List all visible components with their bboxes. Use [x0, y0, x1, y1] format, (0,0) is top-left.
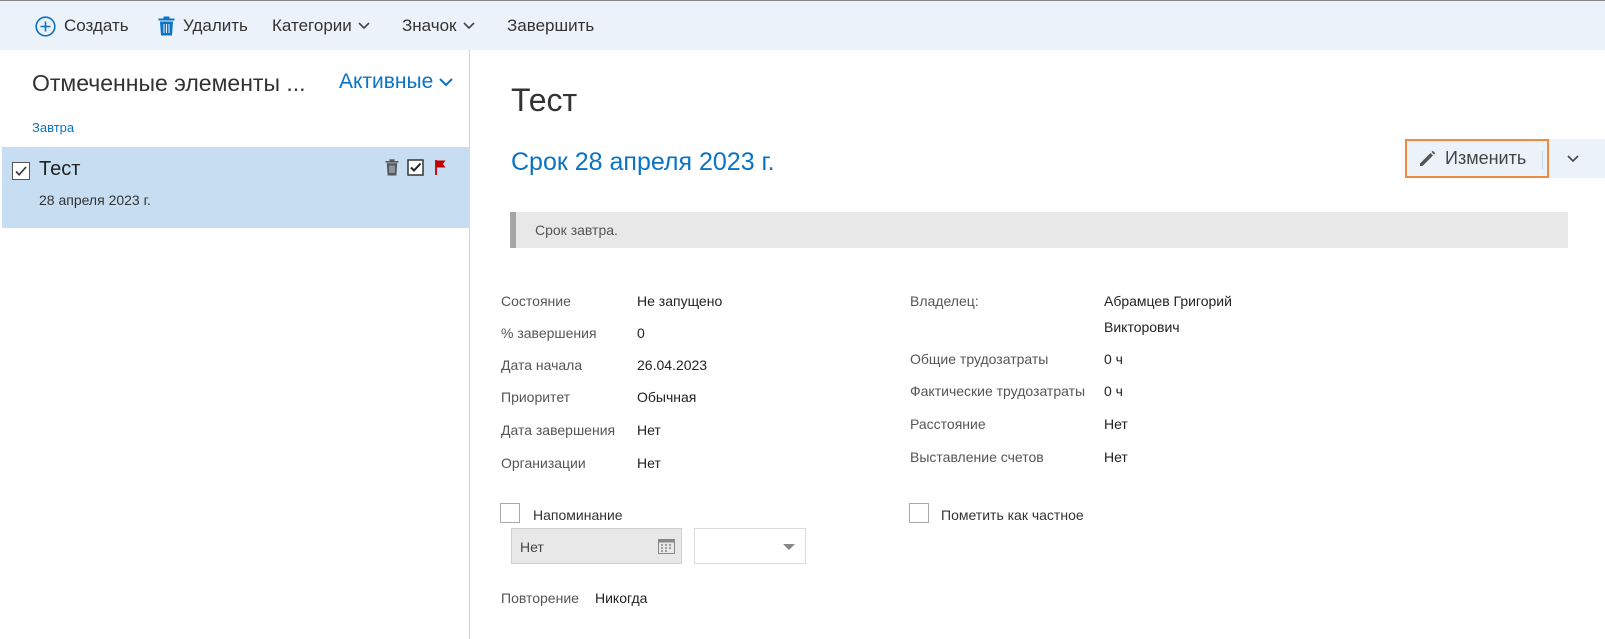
field-label-percent-complete: % завершения — [501, 325, 597, 341]
task-list-item[interactable]: Тест 28 апреля 2023 г. — [2, 147, 470, 228]
task-title: Тест — [511, 82, 578, 118]
reminder-date-value: Нет — [520, 539, 544, 555]
flag-label: Значок — [402, 16, 457, 35]
categories-label: Категории — [272, 16, 352, 35]
task-complete-checkbox[interactable] — [12, 162, 30, 180]
field-label-priority: Приоритет — [501, 389, 571, 405]
edit-separator — [1542, 151, 1543, 169]
mark-complete-button[interactable] — [405, 157, 425, 177]
dropdown-arrow-icon — [783, 544, 795, 550]
task-item-date: 28 апреля 2023 г. — [39, 192, 151, 208]
mark-private-checkbox[interactable] — [909, 503, 929, 523]
edit-label: Изменить — [1445, 148, 1527, 168]
flag-icon — [435, 159, 446, 175]
delete-item-button[interactable] — [382, 157, 402, 177]
trash-icon — [158, 16, 175, 36]
delete-button[interactable]: Удалить — [158, 14, 248, 38]
task-detail-pane: Тест Срок 28 апреля 2023 г. Изменить Сро… — [471, 50, 1605, 639]
field-label-status: Состояние — [501, 293, 571, 309]
calendar-icon — [658, 539, 675, 554]
field-value-owner-line2: Викторович — [1104, 319, 1180, 335]
edit-more-dropdown[interactable] — [1553, 139, 1593, 178]
task-due-date: Срок 28 апреля 2023 г. — [511, 148, 775, 176]
field-label-billing: Выставление счетов — [910, 449, 1044, 465]
field-label-mileage: Расстояние — [910, 416, 986, 432]
reminder-date-input[interactable]: Нет — [511, 528, 682, 564]
chevron-down-icon — [1567, 154, 1579, 162]
edit-button[interactable]: Изменить — [1405, 139, 1549, 178]
flag-item-button[interactable] — [431, 157, 451, 177]
field-value-start-date: 26.04.2023 — [637, 357, 708, 373]
field-label-companies: Организации — [501, 455, 586, 471]
complete-label: Завершить — [507, 16, 595, 35]
checkbox-checked-icon — [406, 158, 424, 176]
field-label-completion-date: Дата завершения — [501, 422, 616, 438]
field-value-completion-date: Нет — [637, 422, 661, 438]
pencil-icon — [1420, 150, 1436, 166]
complete-button[interactable]: Завершить — [507, 14, 594, 38]
field-value-actual-work: 0 ч — [1104, 383, 1123, 399]
group-header-tomorrow: Завтра — [32, 120, 75, 135]
reminder-checkbox[interactable] — [500, 503, 520, 523]
delete-label: Удалить — [183, 16, 248, 35]
chevron-down-icon — [462, 22, 475, 30]
field-value-companies: Нет — [637, 455, 661, 471]
categories-menu[interactable]: Категории — [272, 14, 370, 38]
filter-label: Активные — [339, 70, 434, 93]
field-value-total-work: 0 ч — [1104, 351, 1123, 367]
field-value-billing: Нет — [1104, 449, 1128, 465]
toolbar: Создать Удалить Категории Значок Заверши… — [0, 1, 1605, 50]
info-bar: Срок завтра. — [510, 212, 1568, 248]
reminder-time-select[interactable] — [694, 528, 806, 564]
field-label-start-date: Дата начала — [501, 357, 583, 373]
folder-title: Отмеченные элементы ... — [32, 70, 306, 96]
plus-circle-icon — [35, 15, 56, 37]
create-button[interactable]: Создать — [35, 14, 129, 38]
field-label-total-work: Общие трудозатраты — [910, 351, 1049, 367]
chevron-down-icon — [358, 22, 370, 30]
filter-dropdown[interactable]: Активные — [339, 70, 454, 94]
info-bar-text: Срок завтра. — [535, 222, 618, 238]
edit-button-group: Изменить — [1405, 139, 1605, 178]
trash-icon — [385, 158, 399, 175]
field-value-mileage: Нет — [1104, 416, 1128, 432]
recurrence-value: Никогда — [595, 590, 648, 606]
field-label-owner: Владелец: — [910, 293, 979, 309]
field-value-status: Не запущено — [637, 293, 723, 309]
task-list-pane: Отмеченные элементы ... Активные Завтра … — [0, 50, 470, 639]
field-value-priority: Обычная — [637, 389, 697, 405]
checkmark-icon — [15, 166, 27, 176]
mark-private-label: Пометить как частное — [941, 507, 1084, 523]
field-value-percent-complete: 0 — [637, 325, 645, 341]
field-value-owner-line1: Абрамцев Григорий — [1104, 293, 1232, 309]
create-label: Создать — [64, 16, 129, 35]
flag-menu[interactable]: Значок — [402, 14, 475, 38]
chevron-down-icon — [439, 77, 454, 86]
reminder-label: Напоминание — [533, 507, 623, 523]
field-label-actual-work: Фактические трудозатраты — [910, 383, 1086, 399]
task-item-title: Тест — [39, 158, 81, 180]
recurrence-label: Повторение — [501, 590, 579, 606]
